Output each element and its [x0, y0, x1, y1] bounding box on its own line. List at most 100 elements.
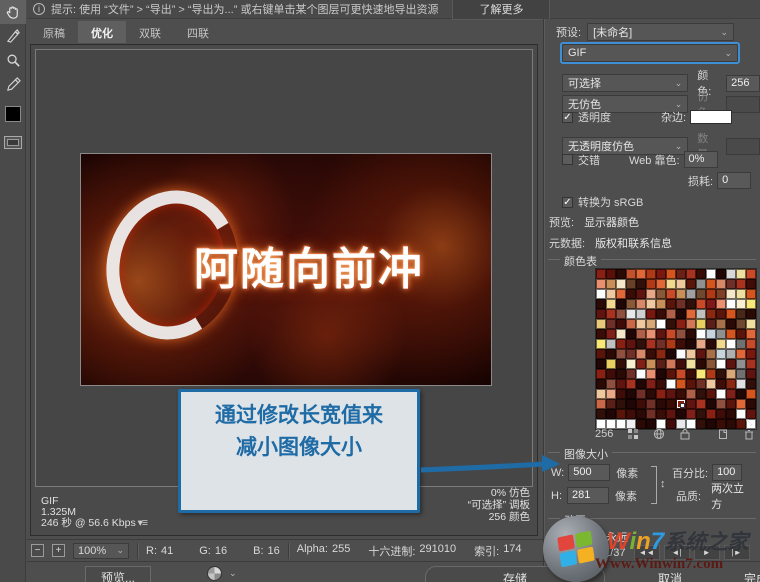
color-swatch[interactable]	[616, 379, 626, 389]
color-swatch[interactable]	[606, 289, 616, 299]
srgb-checkbox[interactable]: ✓	[562, 196, 573, 208]
color-swatch[interactable]	[616, 309, 626, 319]
color-swatch[interactable]	[626, 359, 636, 369]
color-swatch[interactable]	[706, 369, 716, 379]
color-swatch[interactable]	[626, 349, 636, 359]
color-swatch[interactable]	[686, 339, 696, 349]
color-swatch[interactable]	[616, 409, 626, 419]
color-swatch[interactable]	[616, 369, 626, 379]
color-swatch[interactable]	[596, 359, 606, 369]
color-swatch[interactable]	[636, 289, 646, 299]
color-swatch[interactable]	[736, 339, 746, 349]
color-swatch[interactable]	[666, 299, 676, 309]
color-swatch[interactable]	[626, 369, 636, 379]
color-swatch[interactable]	[596, 289, 606, 299]
color-swatch[interactable]	[686, 289, 696, 299]
color-swatch[interactable]	[686, 299, 696, 309]
color-swatch[interactable]	[706, 289, 716, 299]
color-swatch[interactable]	[676, 409, 686, 419]
learn-more-button[interactable]: 了解更多	[452, 0, 551, 20]
color-swatch[interactable]	[676, 389, 686, 399]
color-swatch[interactable]	[646, 359, 656, 369]
color-swatch[interactable]	[666, 399, 676, 409]
color-swatch[interactable]	[656, 399, 666, 409]
color-swatch[interactable]	[696, 329, 706, 339]
color-swatch[interactable]	[726, 399, 736, 409]
zoom-out-button[interactable]: −	[31, 544, 44, 557]
preset-dropdown[interactable]: [未命名] ⌄	[587, 23, 735, 41]
browser-select-chevron-icon[interactable]: ⌄	[229, 568, 237, 579]
color-swatch[interactable]	[746, 319, 756, 329]
color-swatch[interactable]	[676, 369, 686, 379]
link-dimensions-icon[interactable]: ↕	[660, 478, 666, 490]
color-swatch[interactable]	[706, 409, 716, 419]
download-speed-menu-icon[interactable]: ▾≡	[136, 517, 148, 529]
color-swatch[interactable]	[596, 309, 606, 319]
color-swatch[interactable]	[716, 289, 726, 299]
color-swatch[interactable]	[606, 319, 616, 329]
color-swatch[interactable]	[626, 309, 636, 319]
next-frame-button[interactable]: |►	[723, 545, 750, 560]
color-swatch[interactable]	[686, 389, 696, 399]
color-swatch[interactable]	[636, 329, 646, 339]
color-swatch[interactable]	[596, 339, 606, 349]
color-swatch[interactable]	[726, 379, 736, 389]
color-swatch[interactable]	[726, 299, 736, 309]
save-button[interactable]: 存储	[425, 566, 605, 582]
color-swatch[interactable]	[746, 299, 756, 309]
color-swatch[interactable]	[656, 409, 666, 419]
tab-2[interactable]: 双联	[126, 21, 174, 43]
color-swatch[interactable]	[616, 399, 626, 409]
color-swatch[interactable]	[626, 399, 636, 409]
color-swatch[interactable]	[716, 399, 726, 409]
color-swatch[interactable]	[656, 329, 666, 339]
width-input[interactable]: 500	[568, 464, 611, 481]
color-swatch[interactable]	[636, 299, 646, 309]
color-swatch[interactable]	[636, 379, 646, 389]
color-swatch[interactable]	[636, 389, 646, 399]
color-swatch[interactable]	[666, 389, 676, 399]
color-swatch[interactable]	[616, 389, 626, 399]
color-swatch[interactable]	[636, 309, 646, 319]
quality-dropdown[interactable]: 两次立方	[705, 483, 755, 511]
color-swatch[interactable]	[656, 269, 666, 279]
color-swatch[interactable]	[646, 379, 656, 389]
color-swatch[interactable]	[646, 389, 656, 399]
color-swatch[interactable]	[696, 309, 706, 319]
color-swatch[interactable]	[646, 299, 656, 309]
color-swatch[interactable]	[636, 409, 646, 419]
color-swatch[interactable]	[736, 409, 746, 419]
color-swatch[interactable]	[616, 329, 626, 339]
websnap-input[interactable]: 0%	[683, 151, 718, 168]
color-swatch[interactable]	[596, 409, 606, 419]
color-swatch[interactable]	[666, 359, 676, 369]
color-swatch[interactable]	[686, 409, 696, 419]
previous-frame-button[interactable]: ◄|	[663, 545, 690, 560]
interlace-checkbox[interactable]	[562, 154, 573, 165]
color-swatch[interactable]	[666, 279, 676, 289]
color-swatch[interactable]	[596, 389, 606, 399]
color-swatch[interactable]	[736, 389, 746, 399]
play-button[interactable]: ►	[693, 545, 720, 560]
color-swatch[interactable]	[676, 269, 686, 279]
color-swatch[interactable]	[726, 329, 736, 339]
color-swatch[interactable]	[656, 299, 666, 309]
color-swatch[interactable]	[676, 289, 686, 299]
color-swatch[interactable]	[716, 409, 726, 419]
color-swatch[interactable]	[606, 269, 616, 279]
delete-color-icon[interactable]	[743, 428, 755, 440]
color-swatch[interactable]	[646, 309, 656, 319]
color-swatch[interactable]	[726, 369, 736, 379]
color-swatch[interactable]	[606, 389, 616, 399]
color-swatch[interactable]	[646, 329, 656, 339]
color-swatch[interactable]	[716, 379, 726, 389]
color-swatch[interactable]	[596, 399, 606, 409]
color-swatch[interactable]	[686, 369, 696, 379]
color-swatch[interactable]	[706, 339, 716, 349]
color-swatch[interactable]	[646, 399, 656, 409]
color-swatch[interactable]	[616, 279, 626, 289]
loop-dropdown[interactable]: 永远	[600, 528, 700, 546]
color-swatch[interactable]	[636, 369, 646, 379]
color-swatch[interactable]	[666, 379, 676, 389]
color-swatch[interactable]	[686, 279, 696, 289]
